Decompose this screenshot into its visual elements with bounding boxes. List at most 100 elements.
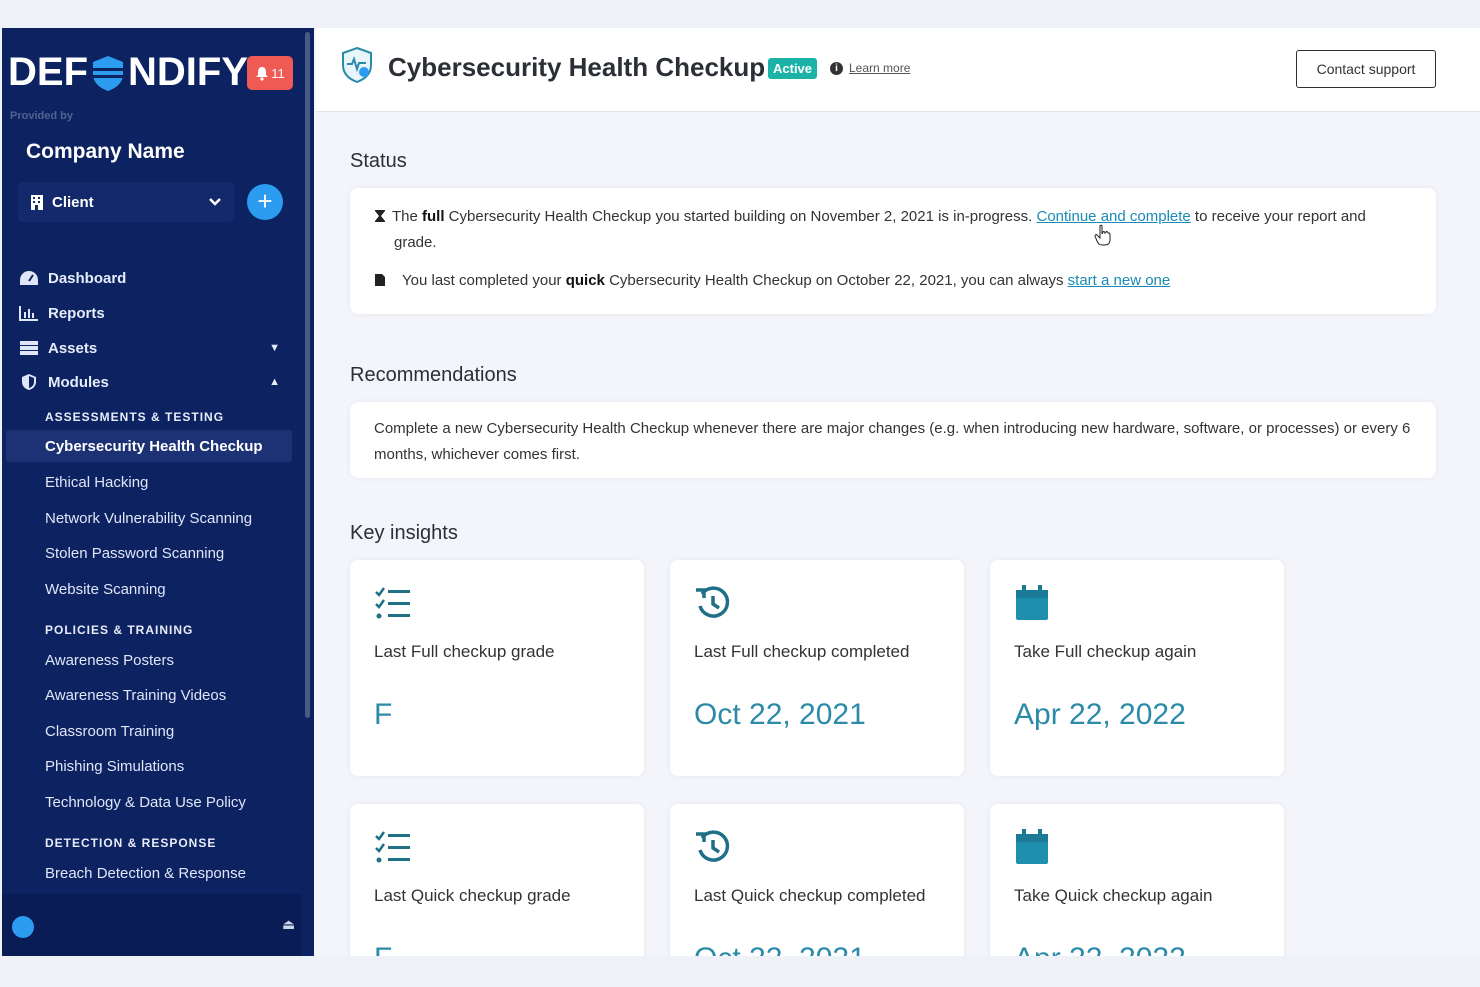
logout-icon[interactable]: ⏏ [282, 916, 295, 933]
hand-cursor-icon [1094, 224, 1111, 246]
calendar-icon [1016, 829, 1048, 864]
caret-up-icon: ▲ [269, 376, 280, 388]
insight-card-quick-completed: Last Quick checkup completed Oct 22, 202… [670, 804, 964, 956]
chevron-down-icon [209, 198, 221, 206]
provided-by-label: Provided by [10, 110, 73, 122]
subnav-awareness-training-videos[interactable]: Awareness Training Videos [45, 687, 226, 704]
recommendations-card: Complete a new Cybersecurity Health Chec… [350, 402, 1436, 478]
bell-icon [256, 66, 269, 81]
status-line1-bold: full [422, 208, 445, 225]
health-shield-icon [342, 46, 372, 84]
company-name: Company Name [26, 140, 185, 163]
subnav-breach-detection-response[interactable]: Breach Detection & Response [45, 865, 246, 882]
status-card: The full Cybersecurity Health Checkup yo… [350, 188, 1436, 314]
insight-card-full-grade: Last Full checkup grade F [350, 560, 644, 776]
caret-down-icon: ▼ [269, 342, 280, 354]
insight-card-quick-again: Take Quick checkup again Apr 22, 2022 [990, 804, 1284, 956]
insight-label: Last Full checkup grade [374, 642, 555, 661]
insight-value: F [374, 698, 393, 731]
nav-dashboard-label: Dashboard [48, 269, 127, 287]
learn-more-label: Learn more [849, 61, 911, 75]
client-select[interactable]: Client [18, 182, 234, 222]
insight-label: Last Quick checkup completed [694, 886, 926, 905]
user-avatar-icon[interactable] [12, 916, 34, 938]
key-insights-heading: Key insights [350, 522, 458, 544]
brand-logo[interactable]: DEF NDIFY [8, 50, 248, 95]
checklist-icon [375, 831, 410, 863]
status-line-quick: You last completed your quick Cybersecur… [374, 268, 1414, 294]
status-line1-post: to receive your report and [1190, 208, 1366, 225]
status-line-full: The full Cybersecurity Health Checkup yo… [374, 204, 1414, 230]
nav-dashboard[interactable]: Dashboard [18, 264, 280, 292]
subnav-stolen-password-scanning[interactable]: Stolen Password Scanning [45, 545, 224, 562]
history-icon [696, 830, 730, 862]
subnav-ethical-hacking[interactable]: Ethical Hacking [45, 474, 148, 491]
continue-and-complete-link[interactable]: Continue and complete [1036, 208, 1190, 225]
shield-icon [18, 372, 40, 392]
subnav-technology-data-use-policy[interactable]: Technology & Data Use Policy [45, 794, 246, 811]
status-line2-bold: quick [565, 272, 605, 289]
client-select-value: Client [52, 193, 94, 211]
app-window: DEF NDIFY 11 Provided by Company Name Cl… [2, 28, 1480, 956]
insight-card-full-completed: Last Full checkup completed Oct 22, 2021 [670, 560, 964, 776]
sidebar: DEF NDIFY 11 Provided by Company Name Cl… [2, 28, 314, 956]
insight-label: Last Quick checkup grade [374, 886, 571, 905]
insight-label: Last Full checkup completed [694, 642, 910, 661]
subnav-classroom-training[interactable]: Classroom Training [45, 723, 174, 740]
checklist-icon [375, 587, 410, 619]
insight-label: Take Quick checkup again [1014, 886, 1213, 905]
status-line2-mid: Cybersecurity Health Checkup on October … [604, 272, 1068, 289]
insight-label: Take Full checkup again [1014, 642, 1197, 661]
subnav-network-vulnerability-scanning[interactable]: Network Vulnerability Scanning [45, 510, 252, 527]
status-line1-wrap: grade. [394, 234, 437, 251]
insight-value: F [374, 942, 392, 956]
recommendations-text: Complete a new Cybersecurity Health Chec… [374, 420, 1411, 463]
add-client-button[interactable]: + [247, 184, 283, 220]
brand-name-left: DEF [8, 50, 88, 94]
insight-value: Oct 22, 2021 [694, 698, 866, 731]
hourglass-icon [375, 210, 385, 222]
history-icon [696, 586, 730, 618]
status-line2-pre: You last completed your [402, 272, 566, 289]
status-line1-mid: Cybersecurity Health Checkup you started… [444, 208, 1037, 225]
bar-chart-icon [18, 303, 40, 323]
page-header: Cybersecurity Health Checkup Active i Le… [316, 28, 1480, 112]
status-badge: Active [768, 58, 818, 79]
subnav-phishing-simulations[interactable]: Phishing Simulations [45, 758, 184, 775]
nav-assets-label: Assets [48, 339, 98, 357]
sidebar-scrollbar[interactable] [305, 32, 310, 718]
insight-value: Oct 22, 2021 [694, 942, 866, 956]
status-line1-pre: The [392, 208, 423, 225]
notifications-button[interactable]: 11 [247, 56, 293, 90]
nav-reports-label: Reports [48, 304, 105, 322]
insight-value: Apr 22, 2022 [1014, 698, 1186, 731]
start-new-one-link[interactable]: start a new one [1068, 272, 1171, 289]
insight-card-full-again: Take Full checkup again Apr 22, 2022 [990, 560, 1284, 776]
section-assessments-title: ASSESSMENTS & TESTING [45, 410, 225, 424]
learn-more-link[interactable]: i Learn more [830, 61, 910, 75]
status-heading: Status [350, 150, 407, 172]
subnav-cybersecurity-health-checkup[interactable]: Cybersecurity Health Checkup [45, 438, 263, 455]
info-icon: i [830, 61, 843, 75]
list-icon [18, 338, 40, 358]
recommendations-heading: Recommendations [350, 364, 517, 386]
sidebar-footer [2, 894, 302, 956]
page-title: Cybersecurity Health Checkup [388, 52, 766, 82]
building-icon [31, 195, 43, 210]
nav-assets[interactable]: Assets ▼ [18, 334, 280, 362]
nav-modules[interactable]: Modules ▲ [18, 368, 280, 396]
section-policies-title: POLICIES & TRAINING [45, 623, 194, 637]
subnav-website-scanning[interactable]: Website Scanning [45, 581, 166, 598]
dashboard-icon [18, 268, 40, 288]
subnav-awareness-posters[interactable]: Awareness Posters [45, 652, 174, 669]
insight-value: Apr 22, 2022 [1014, 942, 1186, 956]
calendar-icon [1016, 585, 1048, 620]
nav-reports[interactable]: Reports [18, 299, 280, 327]
section-detection-title: DETECTION & RESPONSE [45, 836, 217, 850]
file-icon [375, 274, 385, 286]
notifications-count: 11 [271, 65, 285, 81]
shield-logo-icon [93, 55, 123, 91]
contact-support-button[interactable]: Contact support [1296, 50, 1436, 88]
insight-card-quick-grade: Last Quick checkup grade F [350, 804, 644, 956]
nav-modules-label: Modules [48, 373, 109, 391]
